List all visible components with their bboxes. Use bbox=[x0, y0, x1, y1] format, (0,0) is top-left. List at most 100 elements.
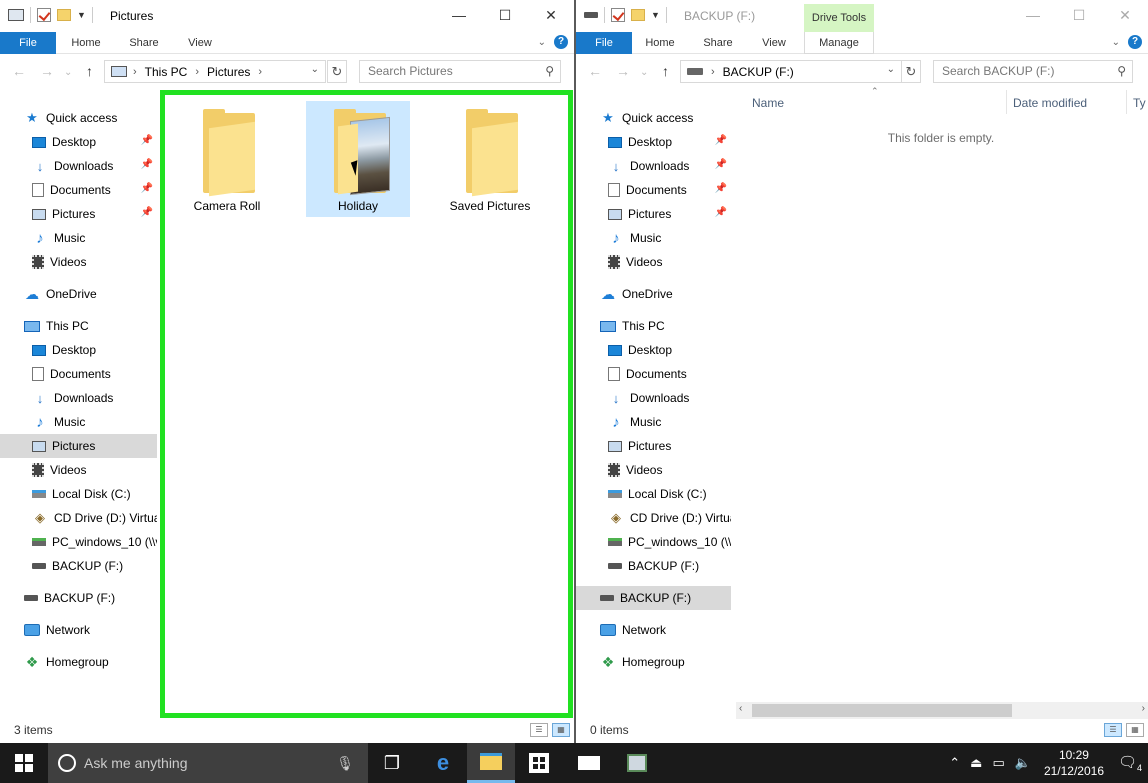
back-button[interactable]: ← bbox=[588, 63, 602, 79]
scroll-right-icon[interactable]: › bbox=[1142, 703, 1145, 714]
nav-item-documents[interactable]: Documents 📌 bbox=[576, 178, 731, 202]
large-icons-view-button[interactable]: ▦ bbox=[552, 723, 570, 737]
nav-item-videos[interactable]: Videos bbox=[0, 458, 157, 482]
details-view-button[interactable]: ☰ bbox=[1104, 723, 1122, 737]
chevron-right-icon[interactable]: › bbox=[195, 66, 199, 78]
help-icon[interactable]: ? bbox=[554, 35, 568, 49]
title-bar[interactable]: ▼ Drive Tools BACKUP (F:) — ☐ ✕ bbox=[576, 0, 1148, 32]
new-folder-icon[interactable] bbox=[631, 9, 645, 21]
tab-view[interactable]: View bbox=[180, 32, 220, 54]
search-input[interactable]: Search Pictures ⚲ bbox=[359, 60, 561, 83]
nav-item-network[interactable]: Network bbox=[576, 618, 731, 642]
title-bar[interactable]: ▼ Pictures — ☐ ✕ bbox=[0, 0, 574, 32]
tab-file[interactable]: File bbox=[0, 32, 56, 54]
nav-item-local-disk-c[interactable]: Local Disk (C:) bbox=[0, 482, 157, 506]
minimize-button[interactable]: — bbox=[1010, 0, 1056, 30]
microphone-icon[interactable]: 🎙 bbox=[336, 755, 354, 772]
nav-item-documents[interactable]: Documents bbox=[576, 362, 731, 386]
folder-tile[interactable]: Camera Roll bbox=[175, 101, 279, 217]
file-explorer-taskbar-button[interactable] bbox=[467, 743, 515, 783]
nav-item-videos[interactable]: Videos bbox=[576, 250, 731, 274]
tab-share[interactable]: Share bbox=[696, 32, 740, 54]
customize-toolbar-dropdown-icon[interactable]: ▼ bbox=[77, 10, 86, 20]
nav-item-downloads[interactable]: ↓ Downloads 📌 bbox=[0, 154, 157, 178]
breadcrumb-backup[interactable]: BACKUP (F:) bbox=[723, 65, 794, 79]
nav-item-downloads[interactable]: ↓ Downloads bbox=[576, 386, 731, 410]
safely-remove-hardware-icon[interactable]: ⏏ bbox=[970, 755, 982, 771]
nav-item-pictures[interactable]: Pictures 📌 bbox=[576, 202, 731, 226]
nav-item-documents[interactable]: Documents 📌 bbox=[0, 178, 157, 202]
nav-item-quick-access[interactable]: ★ Quick access bbox=[0, 106, 157, 130]
nav-item-pc-windows-10-v[interactable]: PC_windows_10 (\\v bbox=[0, 530, 157, 554]
show-hidden-icons-icon[interactable]: ⌃ bbox=[949, 755, 960, 771]
nav-item-backup-f[interactable]: BACKUP (F:) bbox=[576, 554, 731, 578]
minimize-button[interactable]: — bbox=[436, 0, 482, 30]
nav-item-downloads[interactable]: ↓ Downloads bbox=[0, 386, 157, 410]
volume-icon[interactable]: 🔈 bbox=[1015, 755, 1031, 771]
breadcrumb-this-pc[interactable]: This PC bbox=[145, 65, 188, 79]
new-folder-icon[interactable] bbox=[57, 9, 71, 21]
nav-item-pc-windows-10-v[interactable]: PC_windows_10 (\\v bbox=[576, 530, 731, 554]
maximize-button[interactable]: ☐ bbox=[1056, 0, 1102, 30]
network-status-icon[interactable]: ▭ bbox=[992, 755, 1004, 771]
mail-taskbar-button[interactable] bbox=[565, 743, 613, 783]
nav-item-cd-drive-d-virtua[interactable]: ◈ CD Drive (D:) Virtua bbox=[576, 506, 731, 530]
action-center-button[interactable]: 🗨4 bbox=[1112, 753, 1148, 773]
column-type[interactable]: Ty bbox=[1133, 96, 1146, 110]
address-dropdown-icon[interactable]: ⌄ bbox=[887, 64, 895, 75]
address-bar[interactable]: › This PC › Pictures › ⌄ bbox=[104, 60, 326, 83]
address-bar[interactable]: › BACKUP (F:) ⌄ bbox=[680, 60, 902, 83]
control-panel-taskbar-button[interactable] bbox=[613, 743, 661, 783]
details-view-button[interactable]: ☰ bbox=[530, 723, 548, 737]
nav-item-videos[interactable]: Videos bbox=[0, 250, 157, 274]
breadcrumb-pictures[interactable]: Pictures bbox=[207, 65, 250, 79]
horizontal-scrollbar[interactable]: ‹ › bbox=[736, 702, 1148, 719]
nav-item-backup-f[interactable]: BACKUP (F:) bbox=[0, 554, 157, 578]
chevron-right-icon[interactable]: › bbox=[133, 66, 137, 78]
nav-item-music[interactable]: ♪ Music bbox=[0, 410, 157, 434]
customize-toolbar-dropdown-icon[interactable]: ▼ bbox=[651, 10, 660, 20]
nav-item-pictures[interactable]: Pictures 📌 bbox=[0, 202, 157, 226]
nav-item-pictures[interactable]: Pictures bbox=[576, 434, 731, 458]
recent-locations-icon[interactable]: ⌄ bbox=[64, 67, 72, 78]
tab-home[interactable]: Home bbox=[64, 32, 108, 54]
scroll-left-icon[interactable]: ‹ bbox=[739, 703, 742, 714]
close-button[interactable]: ✕ bbox=[528, 0, 574, 30]
nav-item-local-disk-c[interactable]: Local Disk (C:) bbox=[576, 482, 731, 506]
up-button[interactable]: ↑ bbox=[86, 63, 93, 79]
search-input[interactable]: Search BACKUP (F:) ⚲ bbox=[933, 60, 1133, 83]
large-icons-view-button[interactable]: ▦ bbox=[1126, 723, 1144, 737]
scrollbar-thumb[interactable] bbox=[752, 704, 1012, 717]
column-name[interactable]: Name bbox=[752, 96, 784, 110]
nav-item-quick-access[interactable]: ★ Quick access bbox=[576, 106, 731, 130]
forward-button[interactable]: → bbox=[616, 63, 630, 79]
task-view-button[interactable]: ❐ bbox=[368, 743, 416, 783]
tab-view[interactable]: View bbox=[754, 32, 794, 54]
nav-item-network[interactable]: Network bbox=[0, 618, 157, 642]
tab-share[interactable]: Share bbox=[122, 32, 166, 54]
refresh-button[interactable]: ↻ bbox=[327, 60, 347, 83]
help-icon[interactable]: ? bbox=[1128, 35, 1142, 49]
nav-item-cd-drive-d-virtua[interactable]: ◈ CD Drive (D:) Virtua bbox=[0, 506, 157, 530]
up-button[interactable]: ↑ bbox=[662, 63, 669, 79]
properties-icon[interactable] bbox=[611, 8, 625, 22]
drive-icon[interactable] bbox=[584, 12, 598, 18]
close-button[interactable]: ✕ bbox=[1102, 0, 1148, 30]
window-menu-icon[interactable] bbox=[8, 9, 24, 21]
folder-tile[interactable]: Holiday bbox=[306, 101, 410, 217]
nav-item-desktop[interactable]: Desktop bbox=[0, 338, 157, 362]
tab-home[interactable]: Home bbox=[638, 32, 682, 54]
nav-item-backup-f[interactable]: BACKUP (F:) bbox=[0, 586, 157, 610]
nav-item-music[interactable]: ♪ Music bbox=[576, 410, 731, 434]
tab-file[interactable]: File bbox=[576, 32, 632, 54]
refresh-button[interactable]: ↻ bbox=[901, 60, 921, 83]
nav-item-backup-f[interactable]: BACKUP (F:) bbox=[576, 586, 731, 610]
chevron-right-icon[interactable]: › bbox=[711, 66, 715, 78]
nav-item-this-pc[interactable]: This PC bbox=[576, 314, 731, 338]
start-button[interactable] bbox=[0, 743, 48, 783]
chevron-right-icon[interactable]: › bbox=[258, 66, 262, 78]
folder-tile[interactable]: Saved Pictures bbox=[438, 101, 542, 217]
nav-item-music[interactable]: ♪ Music bbox=[0, 226, 157, 250]
column-date-modified[interactable]: Date modified bbox=[1013, 96, 1087, 110]
address-dropdown-icon[interactable]: ⌄ bbox=[311, 64, 319, 75]
